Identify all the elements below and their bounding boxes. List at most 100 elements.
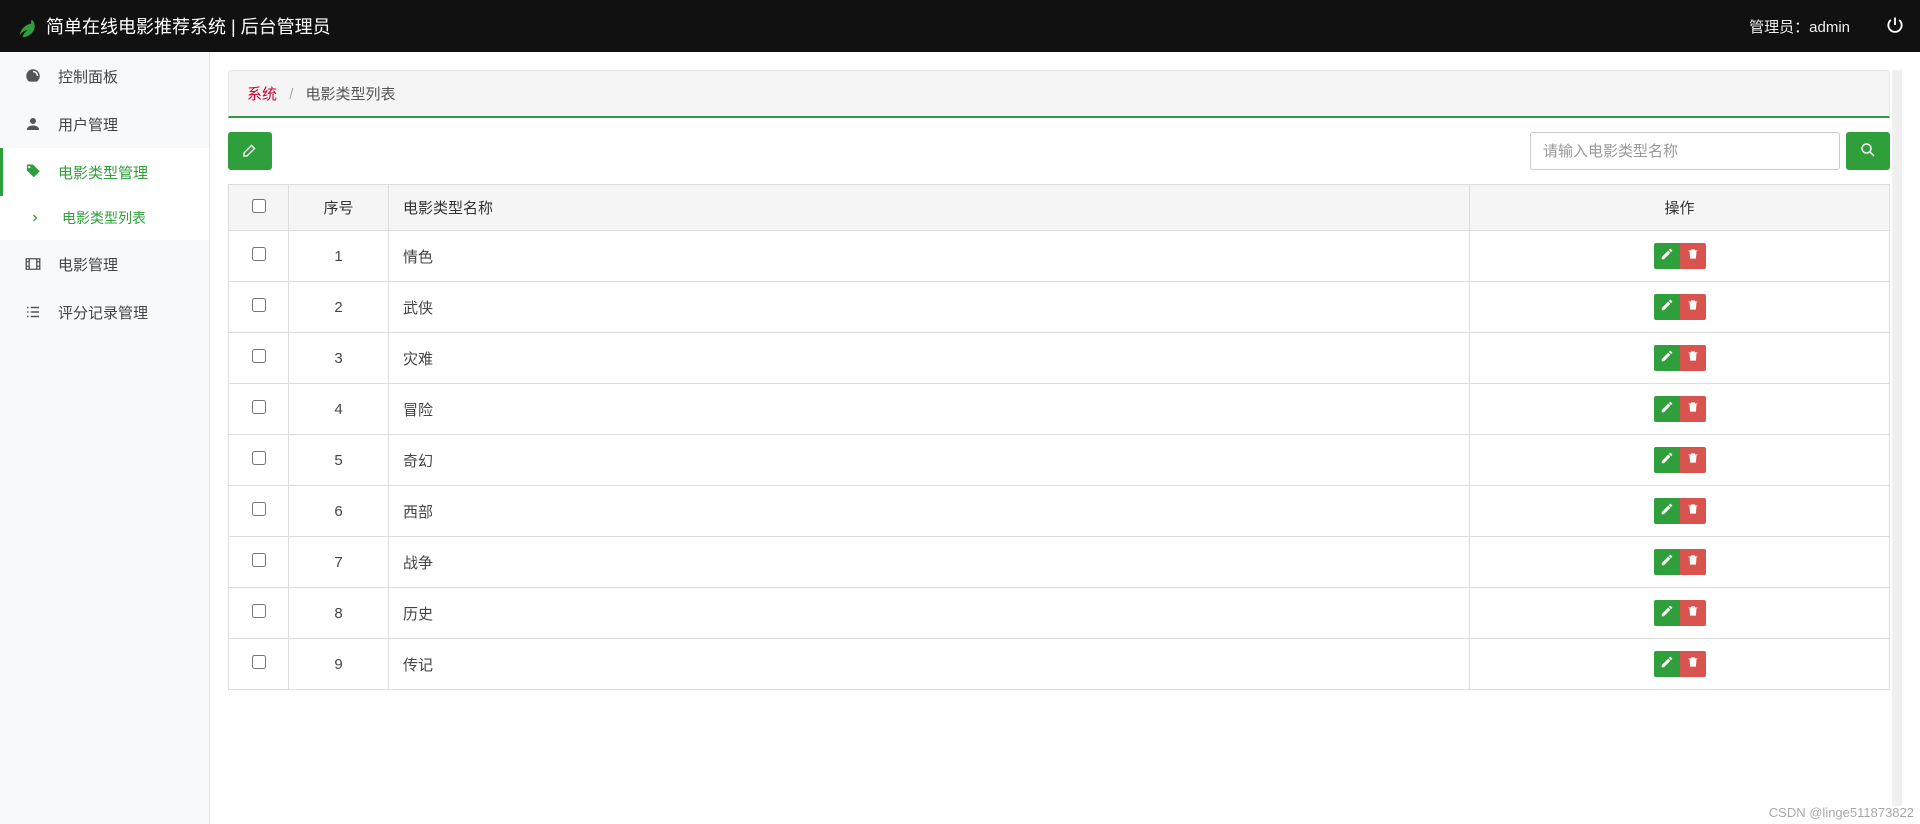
row-checkbox[interactable] bbox=[252, 553, 266, 567]
app-title: 简单在线电影推荐系统 | 后台管理员 bbox=[46, 13, 331, 39]
search-button[interactable] bbox=[1846, 132, 1890, 170]
leaf-icon bbox=[16, 16, 36, 36]
row-checkbox[interactable] bbox=[252, 451, 266, 465]
row-seq: 8 bbox=[289, 588, 389, 639]
row-ops bbox=[1470, 333, 1890, 384]
row-checkbox[interactable] bbox=[252, 298, 266, 312]
table-row: 6西部 bbox=[229, 486, 1890, 537]
breadcrumb-root[interactable]: 系统 bbox=[247, 86, 277, 103]
dashboard-icon bbox=[24, 67, 42, 85]
row-delete-button[interactable] bbox=[1680, 498, 1706, 524]
row-delete-button[interactable] bbox=[1680, 549, 1706, 575]
row-delete-button[interactable] bbox=[1680, 243, 1706, 269]
chevron-right-icon bbox=[28, 211, 42, 225]
trash-icon bbox=[1686, 604, 1700, 622]
trash-icon bbox=[1686, 451, 1700, 469]
row-checkbox-cell bbox=[229, 333, 289, 384]
table-row: 7战争 bbox=[229, 537, 1890, 588]
row-seq: 6 bbox=[289, 486, 389, 537]
row-checkbox-cell bbox=[229, 639, 289, 690]
row-checkbox-cell bbox=[229, 231, 289, 282]
search-input[interactable] bbox=[1530, 132, 1840, 170]
row-edit-button[interactable] bbox=[1654, 345, 1680, 371]
row-delete-button[interactable] bbox=[1680, 447, 1706, 473]
row-delete-button[interactable] bbox=[1680, 651, 1706, 677]
list-icon bbox=[24, 303, 42, 321]
row-checkbox-cell bbox=[229, 537, 289, 588]
row-checkbox-cell bbox=[229, 384, 289, 435]
pencil-icon bbox=[1660, 553, 1674, 571]
add-button[interactable] bbox=[228, 132, 272, 170]
row-seq: 5 bbox=[289, 435, 389, 486]
row-checkbox[interactable] bbox=[252, 349, 266, 363]
table-row: 9传记 bbox=[229, 639, 1890, 690]
sidebar: 控制面板 用户管理 电影类型管理 电影类型列表 电影管理 bbox=[0, 52, 210, 824]
movie-type-table: 序号 电影类型名称 操作 1情色2武侠3灾难4冒险5奇幻6西部7战争8历史9传记 bbox=[228, 184, 1890, 690]
sidebar-item-label: 评分记录管理 bbox=[58, 302, 148, 323]
row-edit-button[interactable] bbox=[1654, 651, 1680, 677]
tags-icon bbox=[24, 163, 42, 181]
main-content: 系统 / 电影类型列表 bbox=[210, 52, 1920, 824]
row-seq: 4 bbox=[289, 384, 389, 435]
row-checkbox[interactable] bbox=[252, 400, 266, 414]
pencil-icon bbox=[1660, 298, 1674, 316]
row-ops bbox=[1470, 486, 1890, 537]
table-header-row: 序号 电影类型名称 操作 bbox=[229, 185, 1890, 231]
header-checkbox-cell bbox=[229, 185, 289, 231]
row-edit-button[interactable] bbox=[1654, 549, 1680, 575]
row-delete-button[interactable] bbox=[1680, 396, 1706, 422]
breadcrumb-current: 电影类型列表 bbox=[306, 86, 396, 103]
row-edit-button[interactable] bbox=[1654, 447, 1680, 473]
row-checkbox[interactable] bbox=[252, 502, 266, 516]
sidebar-item-dashboard[interactable]: 控制面板 bbox=[0, 52, 209, 100]
pencil-icon bbox=[1660, 400, 1674, 418]
user-icon bbox=[24, 115, 42, 133]
table-row: 1情色 bbox=[229, 231, 1890, 282]
logout-button[interactable] bbox=[1870, 0, 1920, 52]
row-delete-button[interactable] bbox=[1680, 294, 1706, 320]
row-ops bbox=[1470, 537, 1890, 588]
row-checkbox[interactable] bbox=[252, 247, 266, 261]
row-edit-button[interactable] bbox=[1654, 243, 1680, 269]
trash-icon bbox=[1686, 400, 1700, 418]
pencil-icon bbox=[1660, 502, 1674, 520]
row-edit-button[interactable] bbox=[1654, 294, 1680, 320]
row-checkbox[interactable] bbox=[252, 655, 266, 669]
row-checkbox-cell bbox=[229, 282, 289, 333]
row-checkbox-cell bbox=[229, 435, 289, 486]
trash-icon bbox=[1686, 655, 1700, 673]
sidebar-subitem-movie-type-list[interactable]: 电影类型列表 bbox=[0, 196, 209, 240]
sidebar-item-movies[interactable]: 电影管理 bbox=[0, 240, 209, 288]
brand[interactable]: 简单在线电影推荐系统 | 后台管理员 bbox=[0, 13, 347, 39]
sidebar-item-users[interactable]: 用户管理 bbox=[0, 100, 209, 148]
row-ops bbox=[1470, 282, 1890, 333]
pencil-icon bbox=[1660, 349, 1674, 367]
admin-name: admin bbox=[1809, 19, 1850, 36]
row-ops bbox=[1470, 384, 1890, 435]
row-name: 传记 bbox=[389, 639, 1470, 690]
sidebar-item-movie-type[interactable]: 电影类型管理 bbox=[0, 148, 209, 196]
row-name: 奇幻 bbox=[389, 435, 1470, 486]
sidebar-item-label: 控制面板 bbox=[58, 66, 118, 87]
edit-square-icon bbox=[241, 141, 259, 162]
row-ops bbox=[1470, 231, 1890, 282]
row-checkbox-cell bbox=[229, 588, 289, 639]
trash-icon bbox=[1686, 553, 1700, 571]
row-ops bbox=[1470, 588, 1890, 639]
header-ops: 操作 bbox=[1470, 185, 1890, 231]
sidebar-item-ratings[interactable]: 评分记录管理 bbox=[0, 288, 209, 336]
row-checkbox[interactable] bbox=[252, 604, 266, 618]
select-all-checkbox[interactable] bbox=[252, 199, 266, 213]
row-edit-button[interactable] bbox=[1654, 498, 1680, 524]
row-edit-button[interactable] bbox=[1654, 600, 1680, 626]
pencil-icon bbox=[1660, 451, 1674, 469]
row-name: 情色 bbox=[389, 231, 1470, 282]
admin-label: 管理员： bbox=[1749, 19, 1809, 36]
row-delete-button[interactable] bbox=[1680, 345, 1706, 371]
sidebar-item-label: 电影管理 bbox=[58, 254, 118, 275]
admin-user-info[interactable]: 管理员：admin bbox=[1729, 16, 1870, 37]
row-edit-button[interactable] bbox=[1654, 396, 1680, 422]
search-icon bbox=[1859, 141, 1877, 162]
row-name: 战争 bbox=[389, 537, 1470, 588]
row-delete-button[interactable] bbox=[1680, 600, 1706, 626]
